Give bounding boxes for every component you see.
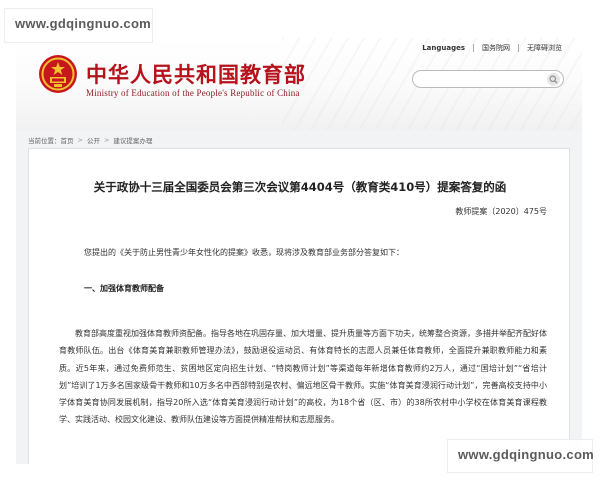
chevron-right-icon: > [77,136,83,144]
breadcrumb-home[interactable]: 当前位置：首页 [28,135,74,145]
search-icon [549,75,558,84]
document-panel: 关于政协十三届全国委员会第三次会议第4404号（教育类410号）提案答复的函 教… [28,148,570,464]
page-screenshot: 中华人民共和国教育部 Ministry of Education of the … [16,38,582,464]
site-header: 中华人民共和国教育部 Ministry of Education of the … [16,38,582,130]
gov-link[interactable]: 国务院网 [482,43,510,53]
site-subtitle-english: Ministry of Education of the People's Re… [86,88,300,98]
search-input[interactable] [421,76,547,91]
search-box [412,70,564,91]
breadcrumb-proposals[interactable]: 建议提案办理 [113,135,152,145]
watermark-bottom: www.gdqingnuo.com [448,440,594,472]
search-button[interactable] [547,73,560,86]
document-title: 关于政协十三届全国委员会第三次会议第4404号（教育类410号）提案答复的函 [93,180,507,194]
document-number: 教师提案〔2020〕475号 [455,207,547,216]
separator [473,44,474,52]
site-title[interactable]: 中华人民共和国教育部 [86,59,306,89]
section-heading: 一、加强体育教师配备 [84,284,164,293]
section-paragraph: 教育部高度重视加强体育教师资配备。指导各地在巩固存量、加大增量、提升质量等方面下… [59,329,547,425]
national-emblem-icon [39,55,77,93]
accessibility-link[interactable]: 无障碍浏览 [527,43,562,53]
document-intro: 您提出的《关于防止男性青少年女性化的提案》收悉，现将涉及教育部业务部分答复如下： [84,248,404,257]
chevron-right-icon: > [103,136,110,144]
separator [518,44,519,52]
breadcrumb: 当前位置：首页 > 公开 > 建议提案办理 [28,135,152,145]
languages-link[interactable]: Languages [422,44,465,52]
top-links: Languages 国务院网 无障碍浏览 [422,43,562,53]
watermark-top: www.gdqingnuo.com [5,9,152,42]
breadcrumb-public[interactable]: 公开 [87,135,100,145]
